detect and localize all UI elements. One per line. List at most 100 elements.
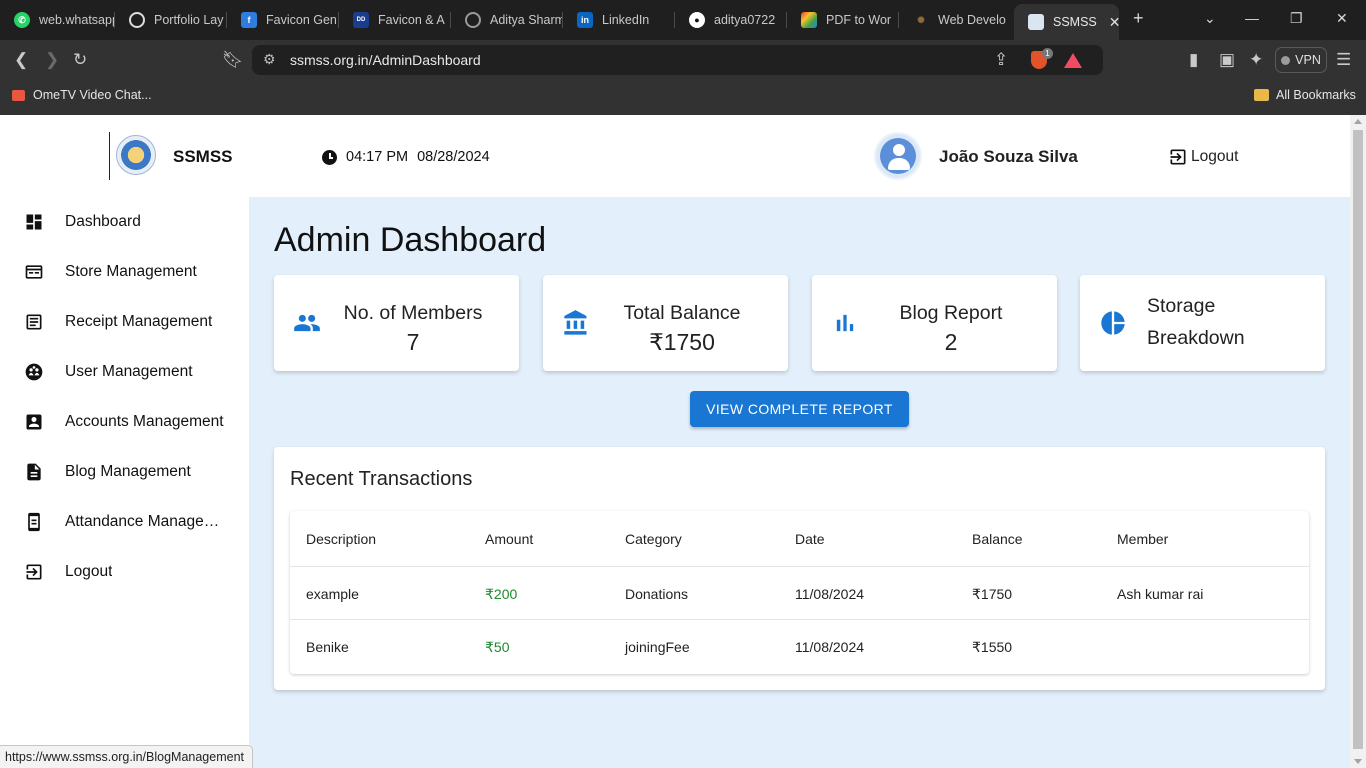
- recent-transactions-title: Recent Transactions: [290, 468, 473, 490]
- sidebar-item-label: Receipt Management: [65, 313, 213, 330]
- sidebar-item-label: User Management: [65, 363, 193, 380]
- share-icon[interactable]: ⇪: [994, 50, 1008, 70]
- restore-icon[interactable]: ❐: [1290, 10, 1303, 27]
- brave-rewards-icon[interactable]: [1064, 53, 1082, 68]
- attendance-icon: [28, 512, 40, 532]
- app-header: SSMSS 04:17 PM 08/28/2024 João Souza Sil…: [0, 115, 1350, 197]
- browser-tab[interactable]: Portfolio Lay: [115, 6, 227, 34]
- avatar[interactable]: [874, 132, 922, 180]
- minimize-icon[interactable]: —: [1245, 10, 1259, 26]
- whatsapp-icon: ✆: [14, 12, 30, 28]
- account-box-icon: [26, 414, 42, 430]
- browser-tab-strip: ✆ web.whatsapp Portfolio Lay f Favicon G…: [0, 0, 1366, 40]
- scroll-up-arrow-icon[interactable]: [1354, 119, 1362, 124]
- column-header[interactable]: Category: [625, 531, 682, 547]
- column-header[interactable]: Date: [795, 531, 825, 547]
- back-icon[interactable]: ❮: [14, 50, 28, 70]
- browser-tab[interactable]: Aditya Sharm: [451, 6, 563, 34]
- shield-badge: 1: [1042, 48, 1053, 59]
- status-bar-url: https://www.ssmss.org.in/BlogManagement: [0, 745, 253, 768]
- leo-ai-icon[interactable]: ✦: [1249, 50, 1263, 70]
- tab-search-chevron-icon[interactable]: ⌄: [1204, 10, 1216, 27]
- bookmark-icon[interactable]: 🔖︎: [222, 50, 244, 70]
- site-settings-icon[interactable]: ⚙︎: [263, 51, 276, 68]
- column-header[interactable]: Amount: [485, 531, 533, 547]
- ometv-icon: [12, 89, 25, 101]
- cell-description: Benike: [306, 639, 349, 655]
- scroll-down-arrow-icon[interactable]: [1354, 759, 1362, 764]
- pdf-icon: [801, 12, 817, 28]
- sidebar-item-users[interactable]: User Management: [0, 347, 249, 397]
- blog-report-card[interactable]: Blog Report 2: [812, 275, 1057, 371]
- sidebar-item-store[interactable]: Store Management: [0, 247, 249, 297]
- browser-tab-active[interactable]: SSMSS ✕: [1014, 4, 1119, 40]
- storage-card[interactable]: Storage Breakdown: [1080, 275, 1325, 371]
- browser-tab[interactable]: ● aditya0722: [675, 6, 787, 34]
- browser-tab[interactable]: f Favicon Gen: [227, 6, 339, 34]
- column-header[interactable]: Member: [1117, 531, 1168, 547]
- user-name: João Souza Silva: [939, 147, 1078, 166]
- sidebar-item-attendance[interactable]: Attandance Management: [0, 497, 249, 547]
- cell-date: 11/08/2024: [795, 586, 865, 602]
- globe-icon: [465, 12, 481, 28]
- browser-tab[interactable]: ✆ web.whatsapp: [0, 6, 115, 34]
- sidebar-item-label: Dashboard: [65, 213, 141, 230]
- receipt-icon: [26, 314, 42, 330]
- card-label: No. of Members: [343, 302, 483, 324]
- bank-icon: [564, 310, 587, 335]
- tab-title: Aditya Sharm: [490, 13, 563, 27]
- column-header[interactable]: Description: [306, 531, 376, 547]
- view-complete-report-button[interactable]: VIEW COMPLETE REPORT: [690, 391, 909, 427]
- ssmss-icon: [1028, 14, 1044, 30]
- bookmark-label: OmeTV Video Chat...: [33, 88, 152, 102]
- ssmss-logo[interactable]: [116, 135, 156, 175]
- header-logout-button[interactable]: Logout: [1168, 147, 1238, 167]
- cell-category: joiningFee: [625, 639, 690, 655]
- sidebar-item-accounts[interactable]: Accounts Management: [0, 397, 249, 447]
- browser-toolbar: ❮ ❯ ↻ 🔖︎ ⚙︎ ssmss.org.in/AdminDashboard …: [0, 40, 1366, 80]
- new-tab-icon[interactable]: +: [1133, 8, 1144, 29]
- tab-title: Portfolio Lay: [154, 13, 224, 27]
- page-scrollbar[interactable]: [1350, 115, 1366, 768]
- cell-category: Donations: [625, 586, 689, 602]
- browser-tab[interactable]: ✺ Web Develo: [899, 6, 1011, 34]
- web-dev-icon: ✺: [917, 14, 925, 25]
- sidebar-toggle-icon[interactable]: ▮: [1189, 50, 1198, 70]
- tab-title: LinkedIn: [602, 13, 650, 27]
- cell-amount: ₹200: [485, 586, 518, 602]
- reload-icon[interactable]: ↻: [73, 50, 87, 70]
- wallet-icon[interactable]: ▣: [1219, 50, 1235, 70]
- menu-icon[interactable]: ☰: [1336, 50, 1351, 70]
- column-header[interactable]: Balance: [972, 531, 1023, 547]
- url-text[interactable]: ssmss.org.in/AdminDashboard: [290, 52, 481, 68]
- sidebar-item-blog[interactable]: Blog Management: [0, 447, 249, 497]
- tab-title: Favicon & A: [378, 13, 445, 27]
- sidebar-item-receipt[interactable]: Receipt Management: [0, 297, 249, 347]
- vpn-label: VPN: [1295, 53, 1321, 67]
- all-bookmarks[interactable]: All Bookmarks: [1254, 88, 1356, 102]
- bookmark-item[interactable]: OmeTV Video Chat...: [12, 88, 152, 102]
- vpn-status-icon: [1281, 55, 1291, 65]
- balance-card[interactable]: Total Balance ₹1750: [543, 275, 788, 371]
- sidebar-item-label: Accounts Management: [65, 413, 224, 430]
- tab-title: Web Develo: [938, 13, 1006, 27]
- document-icon: [27, 463, 41, 481]
- address-bar[interactable]: ⚙︎ ssmss.org.in/AdminDashboard ⇪ 1: [252, 45, 1103, 75]
- forward-icon[interactable]: ❯: [45, 50, 59, 70]
- card-value: 7: [406, 329, 420, 355]
- browser-tab[interactable]: in LinkedIn: [563, 6, 675, 34]
- browser-tab[interactable]: PDF to Wor: [787, 6, 899, 34]
- sidebar-item-logout[interactable]: Logout: [0, 547, 249, 597]
- cell-balance: ₹1550: [972, 639, 1013, 655]
- card-value: ₹1750: [649, 329, 715, 355]
- favicon-dole-icon: DD: [353, 12, 369, 28]
- members-card[interactable]: No. of Members 7: [274, 275, 519, 371]
- tab-title: web.whatsapp: [39, 13, 115, 27]
- page-title: Admin Dashboard: [274, 221, 547, 259]
- vpn-button[interactable]: VPN: [1275, 47, 1327, 73]
- close-tab-icon[interactable]: ✕: [1109, 14, 1119, 31]
- browser-tab[interactable]: DD Favicon & A: [339, 6, 451, 34]
- scroll-thumb[interactable]: [1353, 130, 1363, 749]
- close-window-icon[interactable]: ✕: [1336, 10, 1348, 27]
- sidebar-item-dashboard[interactable]: Dashboard: [0, 197, 249, 247]
